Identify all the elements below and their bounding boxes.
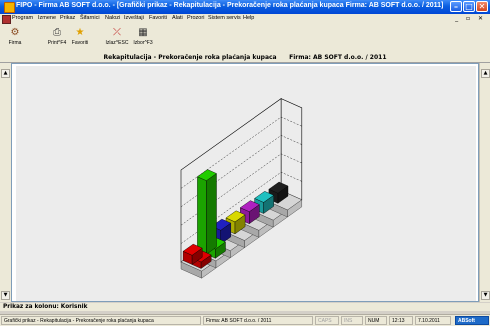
favoriti-button-label: Favoriti [71, 40, 89, 46]
chart-frame [16, 66, 476, 301]
maximize-icon: □ [465, 1, 473, 11]
exit-icon: ⤫ [113, 26, 121, 38]
menu-bar: Program Izmene Prikaz Šifarnici Nalozi I… [0, 14, 490, 24]
title-bar: FIPO - Firma AB SOFT d.o.o. - [Grafički … [0, 0, 490, 14]
status-bar: Grafički prikaz - Rekapitulacija - Preko… [0, 314, 490, 326]
scroll-up-arrow-icon[interactable]: ▲ [1, 69, 10, 78]
izbor-button[interactable]: ▦ Izbor^F3 [131, 26, 155, 46]
izbor-button-label: Izbor^F3 [133, 40, 153, 46]
menu-item-prikaz[interactable]: Prikaz [60, 15, 75, 21]
document-icon[interactable] [2, 15, 11, 24]
right-scrollbar[interactable]: ▲ ▼ [479, 63, 490, 302]
menu-item-program[interactable]: Program [12, 15, 33, 21]
chart-bar-front [197, 176, 207, 255]
status-brand-logo: ABSoft [455, 316, 489, 325]
status-firm: Firma: AB SOFT d.o.o. / 2011 [203, 316, 313, 325]
firma-button[interactable]: ⚙ Firma [4, 26, 26, 46]
printer-icon: ⎙ [53, 26, 61, 38]
status-time: 12:13 [389, 316, 413, 325]
firma-button-label: Firma [8, 40, 22, 46]
minimize-button[interactable]: – [450, 1, 462, 12]
column-label: Prikaz za kolonu: Korisnik [0, 303, 490, 311]
status-date: 7.10.2011 [415, 316, 451, 325]
menu-item-izmene[interactable]: Izmene [38, 15, 56, 21]
app-icon[interactable] [4, 2, 15, 13]
izlaz-button[interactable]: ⤫ Izlaz^ESC [104, 26, 130, 46]
chart-area [11, 63, 479, 302]
chart-caption: Rekapitulacija - Prekoračenje roka plaća… [0, 53, 490, 63]
maximize-button[interactable]: □ [463, 1, 475, 12]
chart-bar-side [206, 173, 217, 255]
izlaz-button-label: Izlaz^ESC [105, 40, 129, 46]
scroll-down-arrow-icon[interactable]: ▼ [1, 291, 10, 300]
menu-item-help[interactable]: Help [243, 15, 254, 21]
favoriti-button[interactable]: ★ Favoriti [68, 26, 92, 46]
toolbar: ⚙ Firma ⎙ Print^F4 ★ Favoriti ⤫ Izlaz^ES… [0, 24, 490, 54]
menu-item-izvestaji[interactable]: Izveštaji [124, 15, 144, 21]
window-title: FIPO - Firma AB SOFT d.o.o. - [Grafički … [16, 2, 444, 9]
menu-item-alati[interactable]: Alati [172, 15, 183, 21]
status-description: Grafički prikaz - Rekapitulacija - Preko… [1, 316, 201, 325]
chart-svg [180, 98, 303, 279]
scroll-down-arrow-icon[interactable]: ▼ [481, 291, 490, 300]
minimize-icon: – [454, 1, 458, 11]
close-icon: ✕ [478, 1, 486, 11]
print-button-label: Print^F4 [47, 40, 67, 46]
menu-item-nalozi[interactable]: Nalozi [105, 15, 120, 21]
status-caps: CAPS [315, 316, 339, 325]
print-button[interactable]: ⎙ Print^F4 [44, 26, 70, 46]
scroll-up-arrow-icon[interactable]: ▲ [481, 69, 490, 78]
menu-item-sistem-servis[interactable]: Sistem servis [208, 15, 241, 21]
mdi-window-controls[interactable]: _ ▫ ✕ [455, 15, 486, 22]
star-icon: ★ [75, 26, 85, 38]
menu-item-sifarnici[interactable]: Šifarnici [80, 15, 100, 21]
menu-item-favoriti[interactable]: Favoriti [149, 15, 167, 21]
menu-item-prozori[interactable]: Prozori [187, 15, 204, 21]
status-num: NUM [365, 316, 387, 325]
close-button[interactable]: ✕ [476, 1, 488, 12]
grid-icon: ▦ [138, 26, 148, 38]
status-ins: INS [341, 316, 363, 325]
gear-icon: ⚙ [10, 26, 20, 38]
